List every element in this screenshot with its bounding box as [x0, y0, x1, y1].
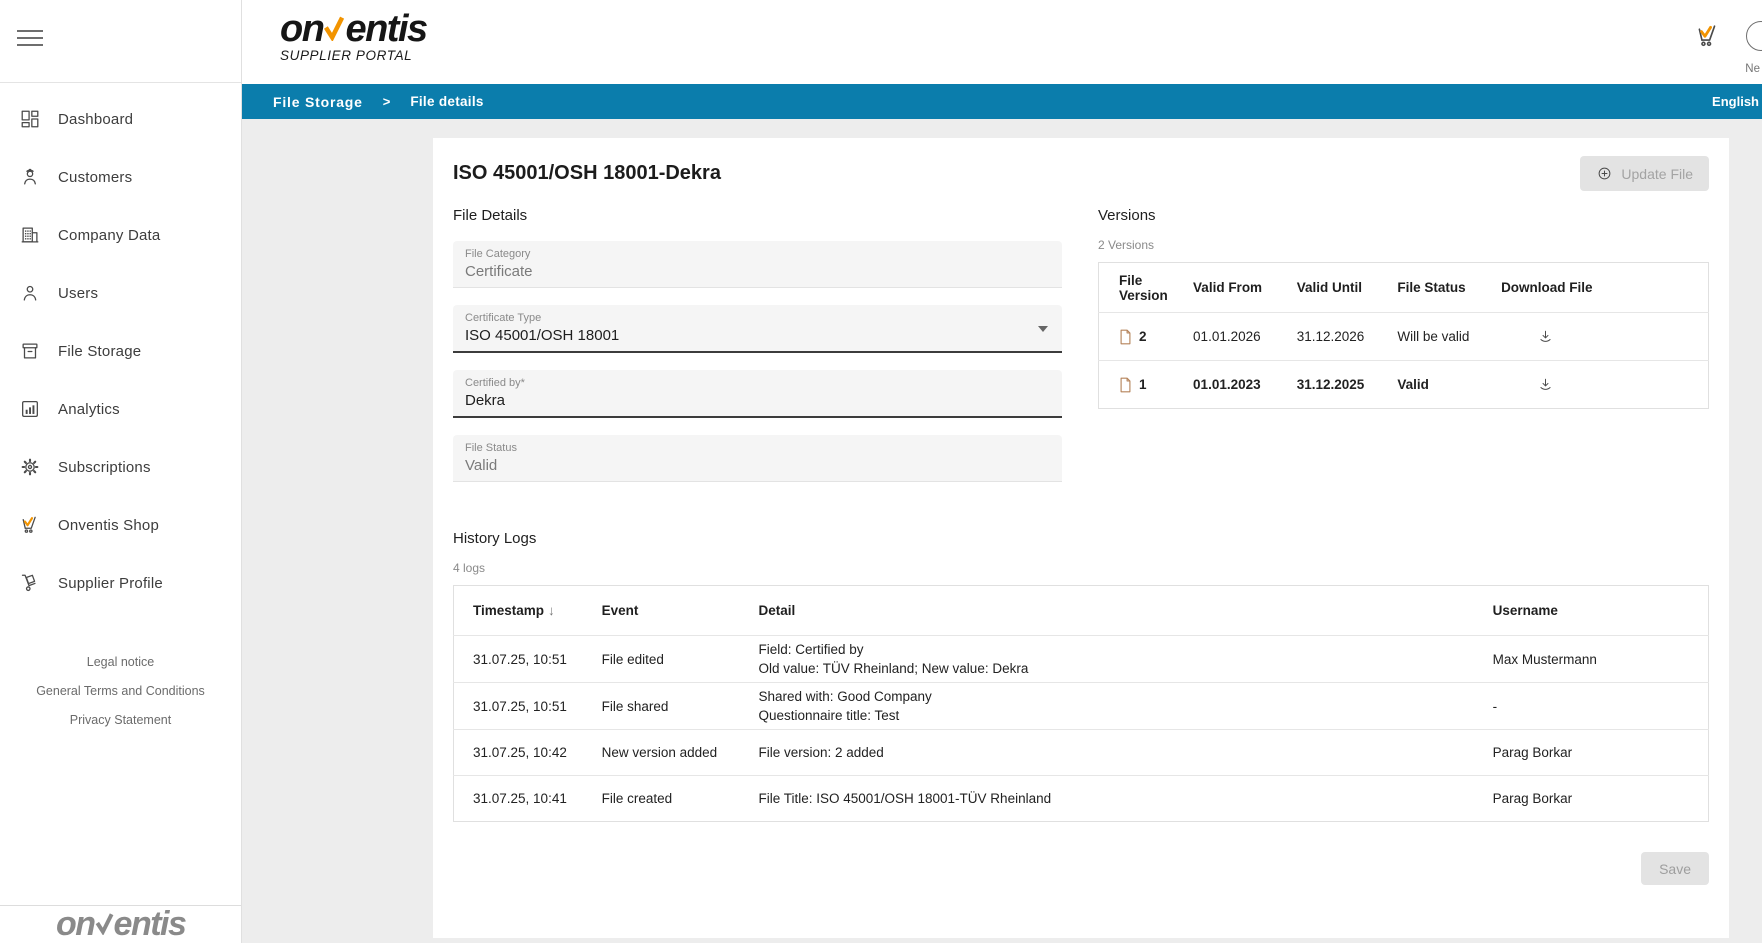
sidebar-item-subscriptions[interactable]: Subscriptions: [0, 438, 241, 496]
history-logs-table: Timestamp↓ Event Detail Username 31.07.2…: [453, 585, 1709, 822]
certified-by-field[interactable]: Certified by*: [453, 370, 1062, 418]
versions-section: Versions 2 Versions File Version Valid F…: [1098, 207, 1709, 482]
sidebar-item-label: Supplier Profile: [58, 575, 163, 592]
sidebar-footer-logo: onentis: [0, 905, 241, 943]
certificate-type-input[interactable]: [465, 327, 1050, 344]
users-icon: [18, 281, 42, 305]
sidebar-item-file-storage[interactable]: File Storage: [0, 322, 241, 380]
sidebar-item-label: Onventis Shop: [58, 517, 159, 534]
language-selector[interactable]: English: [1712, 94, 1759, 109]
hamburger-menu-icon[interactable]: [17, 30, 43, 51]
versions-col-file-status: File Status: [1397, 263, 1501, 313]
versions-heading: Versions: [1098, 207, 1709, 224]
update-file-button[interactable]: Update File: [1580, 156, 1709, 191]
breadcrumb-chevron-icon: >: [383, 94, 391, 109]
legal-notice-link[interactable]: Legal notice: [0, 648, 241, 677]
history-logs-heading: History Logs: [453, 530, 1709, 547]
main-area: onentis SUPPLIER PORTAL Ne File Storage …: [242, 0, 1762, 943]
subscriptions-gear-icon: [18, 455, 42, 479]
versions-col-valid-from: Valid From: [1193, 263, 1297, 313]
file-storage-icon: [18, 339, 42, 363]
logo-check-icon: [95, 911, 114, 935]
history-log-row: 31.07.25, 10:51 File edited Field: Certi…: [454, 636, 1709, 683]
versions-col-download: Download File: [1501, 263, 1708, 313]
shop-cart-icon: [18, 513, 42, 537]
sidebar-item-company-data[interactable]: Company Data: [0, 206, 241, 264]
onventis-logo[interactable]: onentis SUPPLIER PORTAL: [280, 8, 427, 63]
file-details-card: ISO 45001/OSH 18001-Dekra Update File Fi…: [433, 138, 1729, 938]
sort-descending-icon: ↓: [548, 603, 555, 618]
file-category-field: File Category: [453, 241, 1062, 288]
certified-by-input[interactable]: [465, 392, 1050, 409]
history-log-row: 31.07.25, 10:41 File created File Title:…: [454, 776, 1709, 822]
save-button[interactable]: Save: [1641, 852, 1709, 885]
history-col-event[interactable]: Event: [602, 586, 759, 636]
sidebar-item-label: File Storage: [58, 343, 141, 360]
history-logs-count: 4 logs: [453, 561, 1709, 575]
history-log-row: 31.07.25, 10:51 File shared Shared with:…: [454, 683, 1709, 730]
sidebar: Dashboard Customers Company Data Users: [0, 0, 242, 943]
breadcrumb-file-storage[interactable]: File Storage: [273, 94, 363, 110]
file-icon: [1119, 377, 1132, 393]
version-status: Will be valid: [1397, 313, 1501, 361]
sidebar-item-analytics[interactable]: Analytics: [0, 380, 241, 438]
sidebar-item-label: Analytics: [58, 401, 120, 418]
file-category-input: [465, 263, 1050, 280]
breadcrumb-current-page: File details: [410, 94, 483, 109]
sidebar-item-users[interactable]: Users: [0, 264, 241, 322]
sidebar-item-label: Users: [58, 285, 98, 302]
file-details-section: File Details File Category Certificate T…: [453, 207, 1062, 482]
download-file-button[interactable]: [1535, 374, 1556, 395]
header-shop-cart-icon[interactable]: [1694, 22, 1722, 55]
sidebar-item-label: Company Data: [58, 227, 160, 244]
plus-circle-icon: [1596, 165, 1613, 182]
certificate-type-field[interactable]: Certificate Type: [453, 305, 1062, 353]
sidebar-item-onventis-shop[interactable]: Onventis Shop: [0, 496, 241, 554]
history-col-username[interactable]: Username: [1493, 586, 1709, 636]
sidebar-item-customers[interactable]: Customers: [0, 148, 241, 206]
terms-link[interactable]: General Terms and Conditions: [0, 677, 241, 706]
sidebar-item-label: Subscriptions: [58, 459, 151, 476]
supplier-profile-handtruck-icon: [18, 571, 42, 595]
history-col-timestamp[interactable]: Timestamp↓: [454, 586, 602, 636]
dropdown-arrow-icon[interactable]: [1038, 326, 1048, 332]
history-logs-section: History Logs 4 logs Timestamp↓ Event Det…: [453, 530, 1709, 822]
sidebar-item-dashboard[interactable]: Dashboard: [0, 90, 241, 148]
company-data-icon: [18, 223, 42, 247]
sidebar-footer-links: Legal notice General Terms and Condition…: [0, 648, 241, 735]
versions-count: 2 Versions: [1098, 238, 1709, 252]
file-status-input: [465, 457, 1050, 474]
top-header: onentis SUPPLIER PORTAL Ne: [242, 0, 1762, 84]
breadcrumb-bar: File Storage > File details English: [242, 84, 1762, 119]
history-col-detail[interactable]: Detail: [758, 586, 1492, 636]
customers-icon: [18, 165, 42, 189]
file-icon: [1119, 329, 1132, 345]
content-background: ISO 45001/OSH 18001-Dekra Update File Fi…: [242, 119, 1762, 943]
version-row: 1 01.01.2023 31.12.2025 Valid: [1099, 361, 1709, 409]
page-title: ISO 45001/OSH 18001-Dekra: [453, 156, 721, 185]
header-profile-circle-icon[interactable]: [1746, 21, 1762, 51]
versions-table: File Version Valid From Valid Until File…: [1098, 262, 1709, 409]
privacy-link[interactable]: Privacy Statement: [0, 706, 241, 735]
history-log-row: 31.07.25, 10:42 New version added File v…: [454, 730, 1709, 776]
version-status: Valid: [1397, 361, 1501, 409]
sidebar-item-label: Dashboard: [58, 111, 133, 128]
sidebar-top: [0, 0, 241, 83]
file-status-field: File Status: [453, 435, 1062, 482]
header-truncated-label: Ne: [1745, 63, 1760, 75]
logo-check-icon: [323, 14, 345, 41]
app-root: Dashboard Customers Company Data Users: [0, 0, 1762, 943]
version-row: 2 01.01.2026 31.12.2026 Will be valid: [1099, 313, 1709, 361]
sidebar-nav: Dashboard Customers Company Data Users: [0, 83, 241, 612]
sidebar-item-label: Customers: [58, 169, 132, 186]
logo-subtitle: SUPPLIER PORTAL: [280, 48, 427, 63]
versions-col-valid-until: Valid Until: [1297, 263, 1398, 313]
sidebar-item-supplier-profile[interactable]: Supplier Profile: [0, 554, 241, 612]
analytics-icon: [18, 397, 42, 421]
file-details-heading: File Details: [453, 207, 1062, 224]
versions-col-file-version: File Version: [1099, 263, 1194, 313]
download-file-button[interactable]: [1535, 326, 1556, 347]
dashboard-icon: [18, 107, 42, 131]
